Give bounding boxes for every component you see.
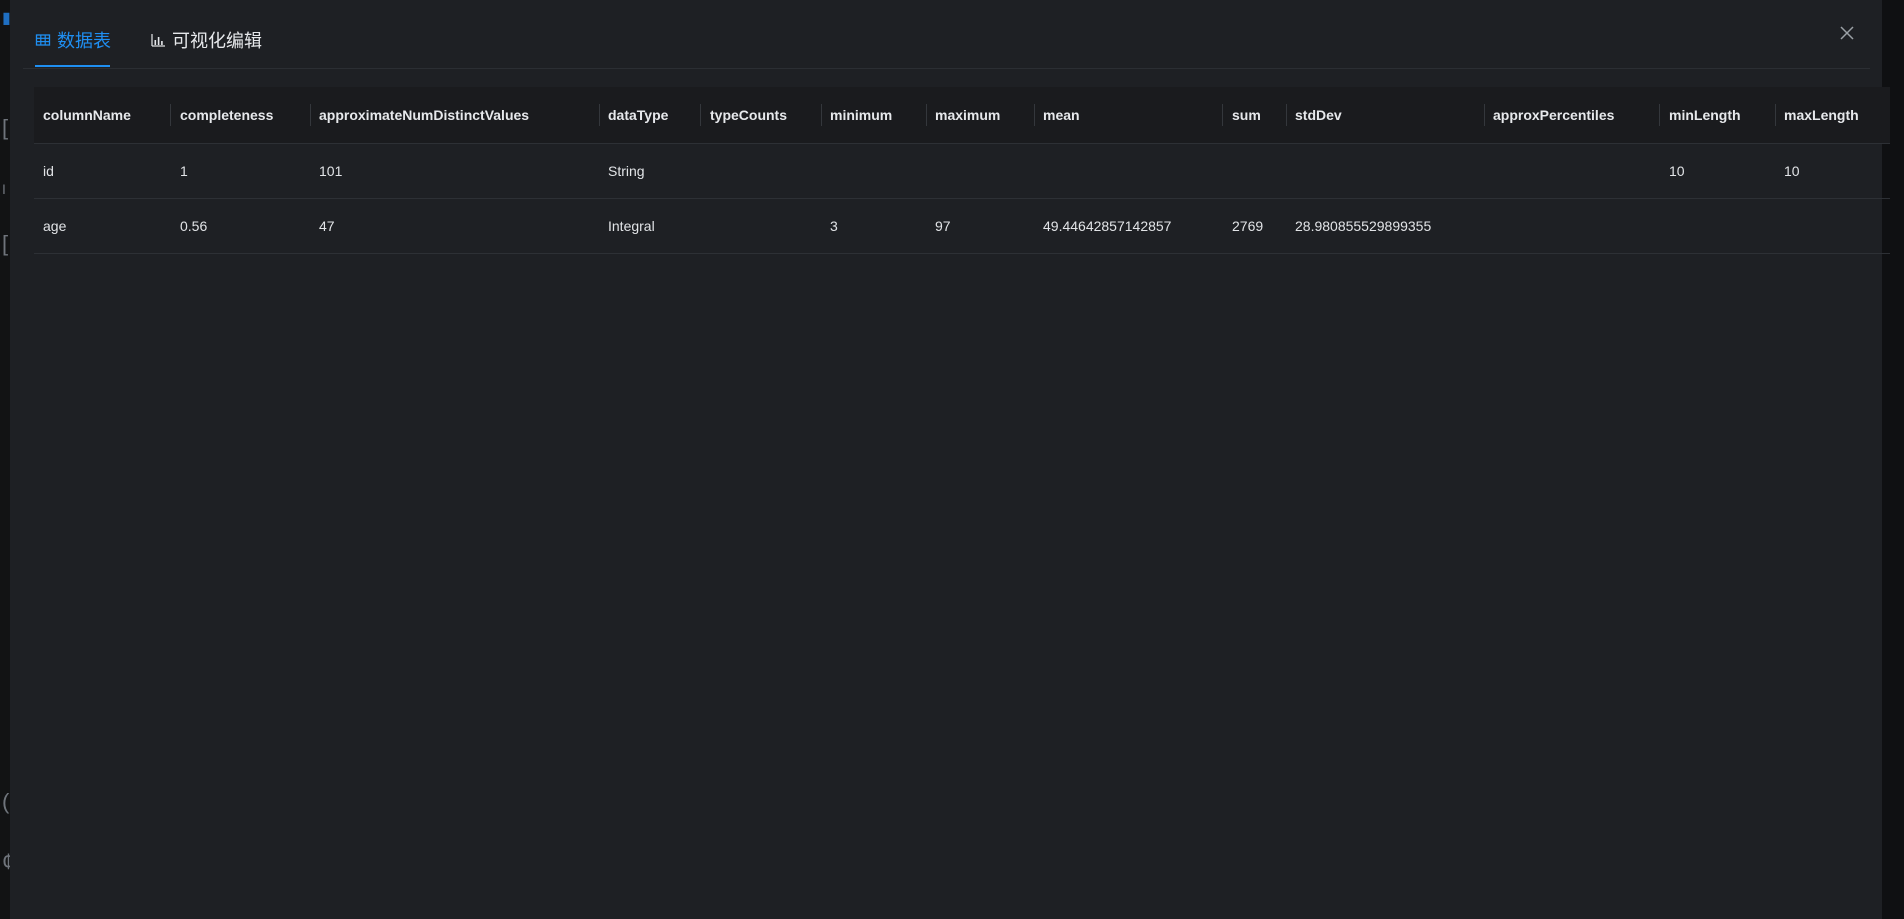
close-icon [1840, 26, 1854, 40]
column-header[interactable]: approximateNumDistinctValues [310, 87, 599, 143]
table-cell: id [43, 163, 54, 179]
table-row[interactable]: id 1 101 String 10 10 [34, 144, 1890, 199]
table-cell: 47 [319, 218, 335, 234]
tab-visual-edit[interactable]: 可视化编辑 [150, 27, 262, 53]
table-cell: 10 [1784, 163, 1800, 179]
column-header[interactable]: dataType [599, 87, 700, 143]
data-preview-modal: 数据表 可视化编辑 columnName completeness approx… [10, 0, 1890, 919]
table-cell [1484, 199, 1659, 253]
table-cell: 2769 [1232, 218, 1264, 234]
table-cell: 1 [180, 163, 188, 179]
table-cell: 10 [1669, 163, 1685, 179]
tab-label: 数据表 [57, 31, 111, 51]
table-cell [1223, 144, 1286, 198]
column-header[interactable]: stdDev [1286, 87, 1484, 143]
column-header[interactable]: maxLength [1775, 87, 1890, 143]
column-header[interactable]: columnName [34, 87, 170, 143]
tab-bar: 数据表 可视化编辑 [23, 0, 1870, 69]
table-cell: 101 [319, 163, 343, 179]
table-cell [701, 199, 821, 253]
table-cell: 0.56 [180, 218, 208, 234]
tab-data-table[interactable]: 数据表 [35, 27, 111, 53]
data-table: columnName completeness approximateNumDi… [34, 87, 1890, 254]
background-fragment: I [2, 181, 6, 197]
table-header: columnName completeness approximateNumDi… [34, 87, 1890, 144]
column-header[interactable]: maximum [926, 87, 1034, 143]
table-cell [1286, 144, 1484, 198]
table-cell: 97 [935, 218, 951, 234]
column-header[interactable]: completeness [171, 87, 310, 143]
tab-label: 可视化编辑 [172, 31, 262, 51]
table-cell: 3 [830, 218, 838, 234]
active-tab-indicator [35, 65, 110, 67]
table-cell [926, 144, 1034, 198]
column-header[interactable]: minLength [1660, 87, 1775, 143]
table-cell: age [43, 218, 67, 234]
column-header[interactable]: sum [1223, 87, 1286, 143]
close-button[interactable] [1836, 22, 1858, 44]
background-fragment: ( [2, 789, 10, 814]
table-row[interactable]: age 0.56 47 Integral 3 97 49.44642857142… [34, 199, 1890, 254]
table-cell [1484, 144, 1659, 198]
table-icon [35, 32, 51, 48]
table-cell [1660, 199, 1775, 253]
table-cell: 28.980855529899355 [1295, 218, 1432, 234]
bar-chart-icon [150, 32, 166, 48]
table-cell: Integral [608, 218, 655, 234]
table-cell [1775, 199, 1890, 253]
column-header[interactable]: minimum [821, 87, 926, 143]
table-cell: String [608, 163, 645, 179]
table-cell [821, 144, 926, 198]
table-cell: 49.44642857142857 [1043, 218, 1172, 234]
table-cell [1034, 144, 1222, 198]
background-fragment: [ [2, 231, 9, 256]
column-header[interactable]: typeCounts [701, 87, 821, 143]
table-cell [701, 144, 821, 198]
background-fragment: [ [2, 115, 9, 140]
column-header[interactable]: mean [1034, 87, 1222, 143]
column-header[interactable]: approxPercentiles [1484, 87, 1659, 143]
